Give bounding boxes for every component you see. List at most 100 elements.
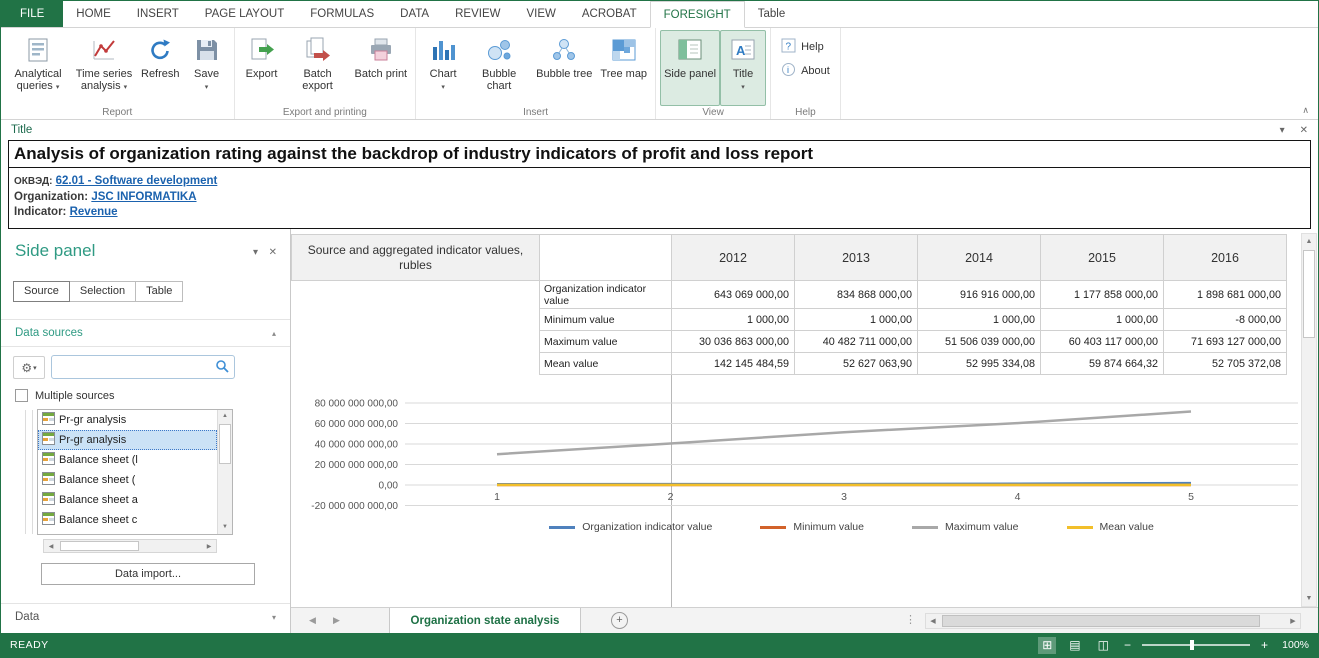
zoom-percent[interactable]: 100% bbox=[1279, 639, 1309, 651]
data-import-button[interactable]: Data import... bbox=[41, 563, 255, 585]
save-button[interactable]: Save▾ bbox=[184, 30, 230, 106]
sheet-nav-right-icon[interactable]: ▶ bbox=[333, 608, 340, 633]
vertical-scrollbar[interactable]: ▲ ▼ bbox=[1301, 233, 1317, 607]
title-close-icon[interactable]: ✕ bbox=[1300, 125, 1308, 136]
analytical-queries-button[interactable]: Analytical queries ▾ bbox=[5, 30, 71, 106]
row-label[interactable]: Organization indicator value bbox=[540, 281, 672, 309]
value-cell[interactable]: 916 916 000,00 bbox=[918, 281, 1041, 309]
value-cell[interactable]: -8 000,00 bbox=[1164, 309, 1287, 331]
scroll-down-icon[interactable]: ▼ bbox=[1302, 591, 1316, 606]
page-layout-view-button[interactable]: ▤ bbox=[1065, 637, 1084, 654]
search-input[interactable] bbox=[51, 355, 235, 379]
ribbon-tab-insert[interactable]: INSERT bbox=[124, 1, 192, 27]
zoom-in-button[interactable]: + bbox=[1259, 638, 1270, 652]
zoom-slider-thumb[interactable] bbox=[1190, 640, 1194, 650]
value-cell[interactable]: 1 177 858 000,00 bbox=[1041, 281, 1164, 309]
bubble-chart-button[interactable]: Bubble chart bbox=[466, 30, 532, 106]
batch-print-button[interactable]: Batch print bbox=[351, 30, 412, 106]
scroll-up-icon[interactable]: ▲ bbox=[218, 410, 232, 423]
export-button[interactable]: Export bbox=[239, 30, 285, 106]
value-cell[interactable]: 1 000,00 bbox=[1041, 309, 1164, 331]
value-cell[interactable]: 52 995 334,08 bbox=[918, 353, 1041, 375]
field-link[interactable]: Revenue bbox=[70, 206, 118, 218]
year-header[interactable]: 2014 bbox=[918, 235, 1041, 281]
list-hscrollbar[interactable]: ◀ ▶ bbox=[43, 539, 217, 553]
value-cell[interactable]: 1 000,00 bbox=[918, 309, 1041, 331]
side-panel-close-icon[interactable]: ✕ bbox=[269, 247, 277, 258]
title-collapse-icon[interactable]: ▾ bbox=[1280, 125, 1285, 136]
scroll-thumb[interactable] bbox=[1303, 250, 1315, 338]
bubble-tree-button[interactable]: Bubble tree bbox=[532, 30, 596, 106]
ribbon-tab-file[interactable]: FILE bbox=[1, 1, 63, 27]
ribbon-tab-view[interactable]: VIEW bbox=[513, 1, 568, 27]
zoom-slider[interactable] bbox=[1142, 638, 1250, 652]
year-header[interactable]: 2015 bbox=[1041, 235, 1164, 281]
row-label[interactable]: Mean value bbox=[540, 353, 672, 375]
multiple-sources-checkbox[interactable] bbox=[15, 389, 28, 402]
ribbon-tab-formulas[interactable]: FORMULAS bbox=[297, 1, 387, 27]
ribbon-tab-data[interactable]: DATA bbox=[387, 1, 442, 27]
value-cell[interactable]: 30 036 863 000,00 bbox=[672, 331, 795, 353]
data-section-header[interactable]: Data ▾ bbox=[1, 603, 290, 623]
row-label[interactable]: Maximum value bbox=[540, 331, 672, 353]
tree-item[interactable]: Pr-gr analysis bbox=[38, 430, 217, 450]
value-cell[interactable]: 60 403 117 000,00 bbox=[1041, 331, 1164, 353]
value-cell[interactable]: 1 000,00 bbox=[795, 309, 918, 331]
add-sheet-button[interactable]: + bbox=[611, 612, 628, 629]
scroll-right-icon[interactable]: ▶ bbox=[202, 540, 216, 552]
scroll-left-icon[interactable]: ◀ bbox=[44, 540, 58, 552]
value-cell[interactable]: 142 145 484,59 bbox=[672, 353, 795, 375]
value-cell[interactable]: 643 069 000,00 bbox=[672, 281, 795, 309]
scroll-thumb[interactable] bbox=[219, 424, 231, 464]
settings-gear-button[interactable]: ⚙▾ bbox=[13, 356, 45, 379]
field-link[interactable]: JSC INFORMATIKA bbox=[91, 191, 196, 203]
year-header[interactable]: 2013 bbox=[795, 235, 918, 281]
ribbon-tab-foresight[interactable]: FORESIGHT bbox=[650, 1, 745, 28]
side-panel-collapse-icon[interactable]: ▾ bbox=[253, 247, 258, 258]
side-tab-source[interactable]: Source bbox=[13, 281, 70, 302]
page-break-view-button[interactable]: ◫ bbox=[1094, 637, 1113, 654]
side-panel-toggle-button[interactable]: Side panel bbox=[660, 30, 720, 106]
tree-item[interactable]: Balance sheet ( bbox=[38, 470, 217, 490]
value-cell[interactable]: 59 874 664,32 bbox=[1041, 353, 1164, 375]
normal-view-button[interactable]: ⊞ bbox=[1038, 637, 1056, 654]
ribbon-tab-acrobat[interactable]: ACROBAT bbox=[569, 1, 650, 27]
refresh-button[interactable]: Refresh bbox=[137, 30, 184, 106]
data-sources-section-header[interactable]: Data sources ▴ bbox=[1, 319, 290, 347]
tree-item[interactable]: Balance sheet c bbox=[38, 510, 217, 530]
zoom-out-button[interactable]: − bbox=[1122, 638, 1133, 652]
help-button[interactable]: ? Help bbox=[781, 38, 830, 56]
ribbon-tab-home[interactable]: HOME bbox=[63, 1, 124, 27]
value-cell[interactable]: 1 898 681 000,00 bbox=[1164, 281, 1287, 309]
value-cell[interactable]: 71 693 127 000,00 bbox=[1164, 331, 1287, 353]
year-header[interactable]: 2016 bbox=[1164, 235, 1287, 281]
value-cell[interactable]: 52 705 372,08 bbox=[1164, 353, 1287, 375]
value-cell[interactable]: 834 868 000,00 bbox=[795, 281, 918, 309]
year-header[interactable]: 2012 bbox=[672, 235, 795, 281]
scroll-down-icon[interactable]: ▼ bbox=[218, 521, 232, 534]
side-tab-table[interactable]: Table bbox=[135, 281, 183, 302]
value-cell[interactable]: 40 482 711 000,00 bbox=[795, 331, 918, 353]
scroll-left-icon[interactable]: ◀ bbox=[926, 614, 940, 628]
chart-button[interactable]: Chart▾ bbox=[420, 30, 466, 106]
tree-item[interactable]: Pr-gr analysis bbox=[38, 410, 217, 430]
side-tab-selection[interactable]: Selection bbox=[69, 281, 136, 302]
blank-header-cell[interactable] bbox=[540, 235, 672, 281]
value-cell[interactable]: 52 627 063,90 bbox=[795, 353, 918, 375]
row-label[interactable]: Minimum value bbox=[540, 309, 672, 331]
tree-item[interactable]: Balance sheet (l bbox=[38, 450, 217, 470]
collapse-ribbon-button[interactable]: ∧ bbox=[1302, 105, 1309, 116]
sheet-tab-organization-state-analysis[interactable]: Organization state analysis bbox=[389, 608, 581, 633]
tree-map-button[interactable]: Tree map bbox=[596, 30, 651, 106]
title-toggle-button[interactable]: A Title▾ bbox=[720, 30, 766, 106]
ribbon-tab-table[interactable]: Table bbox=[745, 1, 799, 27]
ribbon-tab-page-layout[interactable]: PAGE LAYOUT bbox=[192, 1, 297, 27]
field-link[interactable]: 62.01 - Software development bbox=[56, 175, 218, 187]
ribbon-tab-review[interactable]: REVIEW bbox=[442, 1, 513, 27]
scroll-thumb[interactable] bbox=[60, 541, 139, 551]
search-icon[interactable] bbox=[215, 359, 230, 374]
value-cell[interactable]: 1 000,00 bbox=[672, 309, 795, 331]
scroll-right-icon[interactable]: ▶ bbox=[1286, 614, 1300, 628]
about-button[interactable]: i About bbox=[781, 62, 830, 80]
sheet-nav-left-icon[interactable]: ◀ bbox=[309, 608, 316, 633]
